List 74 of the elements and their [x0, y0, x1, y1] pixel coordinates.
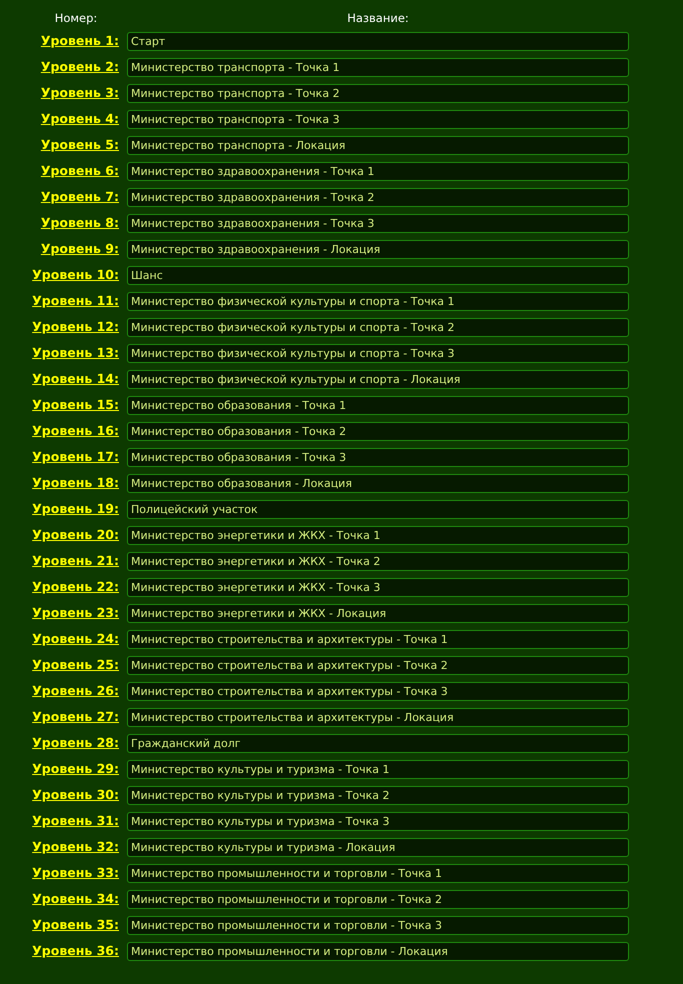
input-field[interactable]: Министерство строительства и архитектуры - Точка 2 — [127, 656, 629, 674]
input-field[interactable]: Министерство строительства и архитектуры - Локация — [127, 708, 629, 726]
input-field[interactable]: Министерство здравоохранения - Точка 3 — [127, 214, 629, 232]
input-field[interactable]: Министерство физической культуры и спорта - Точка 1 — [127, 292, 629, 310]
input-field[interactable]: Старт — [127, 32, 629, 50]
level-link[interactable]: Уровень 10: — [32, 266, 119, 284]
input-field[interactable]: Министерство образования - Точка 2 — [127, 422, 629, 440]
input-field[interactable]: Министерство физической культуры и спорта - Локация — [127, 370, 629, 388]
level-link[interactable]: Уровень 8: — [40, 214, 119, 232]
input-field[interactable]: Министерство энергетики и ЖКХ - Точка 3 — [127, 578, 629, 596]
level-link[interactable]: Уровень 12: — [32, 318, 119, 336]
level-link[interactable]: Уровень 33: — [32, 864, 119, 882]
level-link[interactable]: Уровень 36: — [32, 942, 119, 960]
input-field[interactable]: Министерство строительства и архитектуры - Точка 3 — [127, 682, 629, 700]
input-field[interactable]: Шанс — [127, 266, 629, 284]
input-field[interactable]: Гражданский долг — [127, 734, 629, 752]
input-field[interactable]: Министерство физической культуры и спорта - Точка 2 — [127, 318, 629, 336]
level-link[interactable]: Уровень 35: — [32, 916, 119, 934]
input-field[interactable]: Полицейский участок — [127, 500, 629, 518]
level-link[interactable]: Уровень 21: — [32, 552, 119, 570]
input-field[interactable]: Министерство культуры и туризма - Точка 1 — [127, 760, 629, 778]
level-link[interactable]: Уровень 31: — [32, 812, 119, 830]
level-link[interactable]: Уровень 5: — [40, 136, 119, 154]
level-link[interactable]: Уровень 27: — [32, 708, 119, 726]
input-field[interactable]: Министерство транспорта - Точка 3 — [127, 110, 629, 128]
level-link[interactable]: Уровень 30: — [32, 786, 119, 804]
input-field[interactable]: Министерство здравоохранения - Точка 2 — [127, 188, 629, 206]
column-header: Название: — [347, 10, 409, 27]
input-field[interactable]: Министерство энергетики и ЖКХ - Локация — [127, 604, 629, 622]
level-link[interactable]: Уровень 32: — [32, 838, 119, 856]
level-link[interactable]: Уровень 17: — [32, 448, 119, 466]
input-field[interactable]: Министерство физической культуры и спорта - Точка 3 — [127, 344, 629, 362]
input-field[interactable]: Министерство промышленности и торговли - Точка 2 — [127, 890, 629, 908]
level-link[interactable]: Уровень 20: — [32, 526, 119, 544]
level-link[interactable]: Уровень 34: — [32, 890, 119, 908]
input-field[interactable]: Министерство образования - Точка 3 — [127, 448, 629, 466]
level-link[interactable]: Уровень 19: — [32, 500, 119, 518]
level-link[interactable]: Уровень 23: — [32, 604, 119, 622]
level-link[interactable]: Уровень 2: — [40, 58, 119, 76]
level-link[interactable]: Уровень 15: — [32, 396, 119, 414]
level-link[interactable]: Уровень 18: — [32, 474, 119, 492]
input-field[interactable]: Министерство строительства и архитектуры - Точка 1 — [127, 630, 629, 648]
input-field[interactable]: Министерство культуры и туризма - Локация — [127, 838, 629, 856]
level-link[interactable]: Уровень 22: — [32, 578, 119, 596]
level-link[interactable]: Уровень 13: — [32, 344, 119, 362]
level-link[interactable]: Уровень 9: — [40, 240, 119, 258]
input-field[interactable]: Министерство образования - Локация — [127, 474, 629, 492]
input-field[interactable]: Министерство транспорта - Точка 2 — [127, 84, 629, 102]
level-link[interactable]: Уровень 11: — [32, 292, 119, 310]
input-field[interactable]: Министерство культуры и туризма - Точка 2 — [127, 786, 629, 804]
level-link[interactable]: Уровень 24: — [32, 630, 119, 648]
input-field[interactable]: Министерство промышленности и торговли - Точка 1 — [127, 864, 629, 882]
level-link[interactable]: Уровень 26: — [32, 682, 119, 700]
level-link[interactable]: Уровень 14: — [32, 370, 119, 388]
level-link[interactable]: Уровень 4: — [40, 110, 119, 128]
input-field[interactable]: Министерство культуры и туризма - Точка 3 — [127, 812, 629, 830]
input-field[interactable]: Министерство образования - Точка 1 — [127, 396, 629, 414]
input-field[interactable]: Министерство энергетики и ЖКХ - Точка 2 — [127, 552, 629, 570]
level-link[interactable]: Уровень 28: — [32, 734, 119, 752]
input-field[interactable]: Министерство промышленности и торговли - Точка 3 — [127, 916, 629, 934]
input-field[interactable]: Министерство энергетики и ЖКХ - Точка 1 — [127, 526, 629, 544]
level-link[interactable]: Уровень 25: — [32, 656, 119, 674]
level-link[interactable]: Уровень 7: — [40, 188, 119, 206]
input-field[interactable]: Министерство промышленности и торговли - Локация — [127, 942, 629, 960]
input-field[interactable]: Министерство здравоохранения - Локация — [127, 240, 629, 258]
input-field[interactable]: Министерство транспорта - Локация — [127, 136, 629, 154]
input-field[interactable]: Министерство здравоохранения - Точка 1 — [127, 162, 629, 180]
level-link[interactable]: Уровень 3: — [40, 84, 119, 102]
level-link[interactable]: Уровень 6: — [40, 162, 119, 180]
level-link[interactable]: Уровень 29: — [32, 760, 119, 778]
level-link[interactable]: Уровень 16: — [32, 422, 119, 440]
column-header: Номер: — [54, 10, 98, 27]
input-field[interactable]: Министерство транспорта - Точка 1 — [127, 58, 629, 76]
level-link[interactable]: Уровень 1: — [40, 32, 119, 50]
